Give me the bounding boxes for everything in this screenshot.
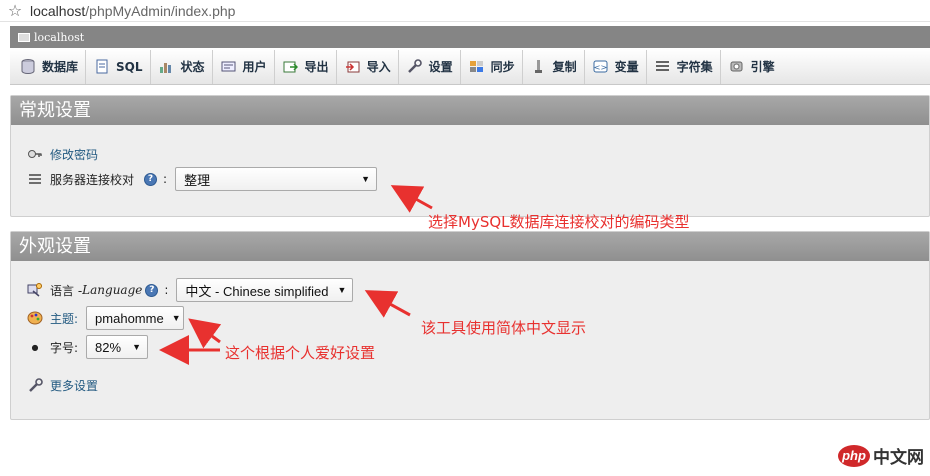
tab-label: 复制 [552,60,577,74]
theme-row: 主题: pmahomme ▼ [26,306,185,330]
url-path: /phpMyAdmin/index.php [85,2,236,19]
tab-label: 字符集 [676,60,713,74]
tab-sql[interactable]: SQL [86,49,151,84]
tab-label: 导出 [304,60,329,74]
wrench-icon [26,377,44,393]
change-password-row: 修改密码 [26,144,98,164]
tab-label: 设置 [428,60,453,74]
help-icon[interactable]: ? [144,172,158,186]
language-select[interactable]: 中文 - Chinese simplified ▼ [176,278,354,302]
tab-label: 引擎 [750,60,775,74]
chevron-down-icon: ▼ [171,313,181,323]
chevron-down-icon: ▼ [132,342,142,352]
database-icon [20,59,36,75]
palette-icon [26,311,44,325]
tab-label: 变量 [614,60,639,74]
general-settings-panel: 常规设置 [10,95,930,217]
more-settings-link[interactable]: 更多设置 [50,377,98,394]
tab-label: 用户 [242,60,267,74]
change-password-link[interactable]: 修改密码 [50,146,98,163]
collation-list-icon [26,173,44,185]
bullet-icon: ● [31,342,39,352]
sync-icon [469,59,485,75]
collation-annotation: 选择MySQL数据库连接校对的编码类型 [428,213,690,231]
font-size-select[interactable]: 82% ▼ [86,335,149,359]
theme-annotation: 这个根据个人爱好设置 [225,344,376,362]
tab-label: 数据库 [42,60,79,74]
replication-icon [531,59,547,75]
collation-row: 服务器连接校对 ? : 整理 ▼ [26,167,378,191]
php-logo: php [838,444,870,467]
export-icon [283,59,299,75]
language-selected-value: 中文 - Chinese simplified [185,283,329,299]
tab-databases[interactable]: 数据库 [12,49,87,84]
chevron-down-icon: ▼ [337,285,347,295]
tab-settings[interactable]: 设置 [399,49,461,84]
variables-icon: <> [593,59,609,75]
key-icon [26,147,44,161]
tab-label: 导入 [366,60,391,74]
engine-icon [729,59,745,75]
font-size-label: 字号: [50,340,79,355]
top-menu-tabs: 数据库 SQL 状态 用户 导出 导入 设置 同步 复制 <> 变量 字符集 引… [10,49,930,85]
server-breadcrumb: localhost [10,26,930,48]
font-size-selected-value: 82% [95,339,122,355]
language-annotation: 该工具使用简体中文显示 [421,319,587,337]
url-host: localhost [30,2,86,19]
tab-users[interactable]: 用户 [213,49,275,84]
tab-sync[interactable]: 同步 [461,49,523,84]
collation-label: 服务器连接校对 [50,172,135,187]
collation-select[interactable]: 整理 ▼ [175,167,378,191]
tab-engines[interactable]: 引擎 [721,50,782,84]
tab-import[interactable]: 导入 [337,49,399,84]
chevron-down-icon: ▼ [361,174,371,184]
address-url[interactable]: localhost/phpMyAdmin/index.php [30,3,235,19]
server-link[interactable]: localhost [34,31,84,44]
language-label: 语言 - [50,283,83,298]
language-label-en: Language [82,283,143,297]
bookmark-star-icon[interactable]: ☆ [0,1,30,20]
collation-selected-value: 整理 [184,172,211,188]
import-icon [345,59,361,75]
tab-replication[interactable]: 复制 [523,49,585,84]
tab-label: 同步 [490,60,515,74]
language-row: 语言 - Language ? : 中文 - Chinese simplifie… [26,278,354,302]
theme-label[interactable]: 主题: [50,310,78,327]
watermark-text: 中文网 [873,448,924,468]
theme-selected-value: pmahomme [95,310,164,326]
wrench-icon [407,59,423,75]
more-settings-row: 更多设置 [26,375,98,395]
server-icon [18,32,30,42]
tab-charsets[interactable]: 字符集 [647,49,721,84]
php-cn-watermark: php 中文网 [838,443,924,468]
theme-select[interactable]: pmahomme ▼ [86,306,185,330]
tab-label: SQL [116,59,143,74]
sql-icon [94,59,110,75]
svg-text:<>: <> [594,63,607,72]
help-icon[interactable]: ? [145,283,159,297]
tab-export[interactable]: 导出 [275,49,337,84]
tab-variables[interactable]: <> 变量 [585,49,647,84]
appearance-settings-title: 外观设置 [11,232,929,261]
tab-status[interactable]: 状态 [151,49,213,84]
users-icon [221,59,237,75]
language-icon [26,282,44,298]
font-size-row: ● 字号: 82% ▼ [26,335,149,359]
charset-icon [655,59,671,75]
tab-label: 状态 [180,60,205,74]
status-chart-icon [159,59,175,75]
browser-address-bar[interactable]: ☆ localhost/phpMyAdmin/index.php [0,0,930,22]
general-settings-title: 常规设置 [11,96,929,125]
